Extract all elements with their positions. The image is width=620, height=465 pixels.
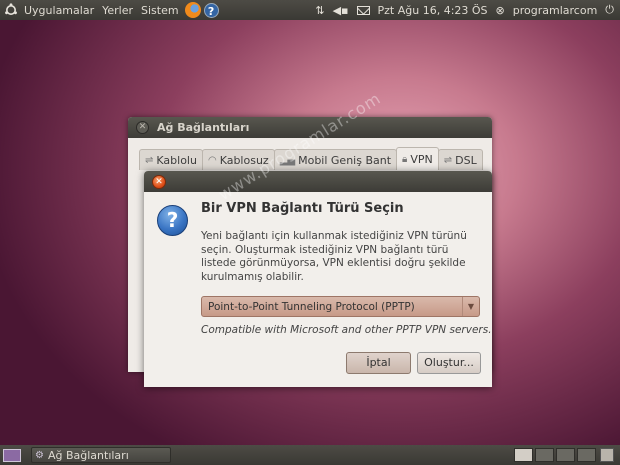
tab-wired[interactable]: ⇌ Kablolu <box>139 149 203 170</box>
mail-icon[interactable] <box>356 5 370 15</box>
menu-system[interactable]: Sistem <box>137 4 183 17</box>
create-button[interactable]: Oluştur... <box>417 352 481 374</box>
lock-icon: 🔒︎ <box>402 153 408 165</box>
question-icon: ? <box>157 205 188 236</box>
cancel-button[interactable]: İptal <box>346 352 411 374</box>
workspace-2[interactable] <box>535 448 554 462</box>
network-icon[interactable]: ⇅ <box>315 4 324 17</box>
tab-label: Kablolu <box>156 153 197 167</box>
dialog-titlebar: ✕ <box>144 171 492 192</box>
workspace-switcher <box>514 448 596 462</box>
vpn-type-selected: Point-to-Point Tunneling Protocol (PPTP) <box>208 300 415 313</box>
volume-icon[interactable]: ◀▪ <box>333 4 349 17</box>
vpn-type-dialog: ✕ ? Bir VPN Bağlantı Türü Seçin Yeni bağ… <box>144 171 492 387</box>
tab-bar: ⇌ Kablolu ◠ Kablosuz ▂▄ Mobil Geniş Bant… <box>139 147 483 170</box>
firefox-icon[interactable] <box>184 2 201 18</box>
user-icon: ⊗ <box>495 3 505 17</box>
dialog-heading: Bir VPN Bağlantı Türü Seçin <box>201 201 404 216</box>
help-icon[interactable]: ? <box>203 2 219 18</box>
user-name[interactable]: programlarcom <box>513 4 598 17</box>
network-connections-icon: ⚙ <box>35 449 44 461</box>
power-icon[interactable]: ⏻ <box>605 3 614 17</box>
tab-label: VPN <box>410 152 433 166</box>
taskbar-label: Ağ Bağlantıları <box>47 448 129 462</box>
compatibility-note: Compatible with Microsoft and other PPTP… <box>201 324 492 336</box>
top-panel: Uygulamalar Yerler Sistem ? ⇅ ◀▪ Pzt Ağu… <box>0 0 620 20</box>
window-title: Ağ Bağlantıları <box>157 121 250 134</box>
menu-places[interactable]: Yerler <box>98 4 137 17</box>
clock[interactable]: Pzt Ağu 16, 4:23 ÖS <box>378 4 488 17</box>
close-icon[interactable]: ✕ <box>136 121 149 134</box>
wireless-icon: ◠ <box>207 154 217 166</box>
tab-dsl[interactable]: ⇌ DSL <box>437 149 483 170</box>
tab-label: Mobil Geniş Bant <box>298 153 392 167</box>
dialog-description: Yeni bağlantı için kullanmak istediğiniz… <box>201 230 467 283</box>
bottom-panel: ⚙ Ağ Bağlantıları <box>0 445 620 465</box>
trash-icon[interactable] <box>600 448 614 462</box>
workspace-4[interactable] <box>577 448 596 462</box>
menu-applications[interactable]: Uygulamalar <box>20 4 98 17</box>
close-icon[interactable]: ✕ <box>152 174 166 189</box>
dsl-icon: ⇌ <box>443 154 453 166</box>
vpn-type-select[interactable]: Point-to-Point Tunneling Protocol (PPTP)… <box>201 296 480 317</box>
tab-vpn[interactable]: 🔒︎ VPN <box>396 147 439 170</box>
chevron-down-icon: ▼ <box>462 297 479 316</box>
show-desktop-icon[interactable] <box>3 448 21 462</box>
taskbar-network-connections[interactable]: ⚙ Ağ Bağlantıları <box>31 447 171 463</box>
ubuntu-logo-icon[interactable] <box>4 3 18 17</box>
tab-label: DSL <box>455 153 477 167</box>
workspace-1[interactable] <box>514 448 533 462</box>
workspace-3[interactable] <box>556 448 575 462</box>
wired-icon: ⇌ <box>145 154 154 166</box>
